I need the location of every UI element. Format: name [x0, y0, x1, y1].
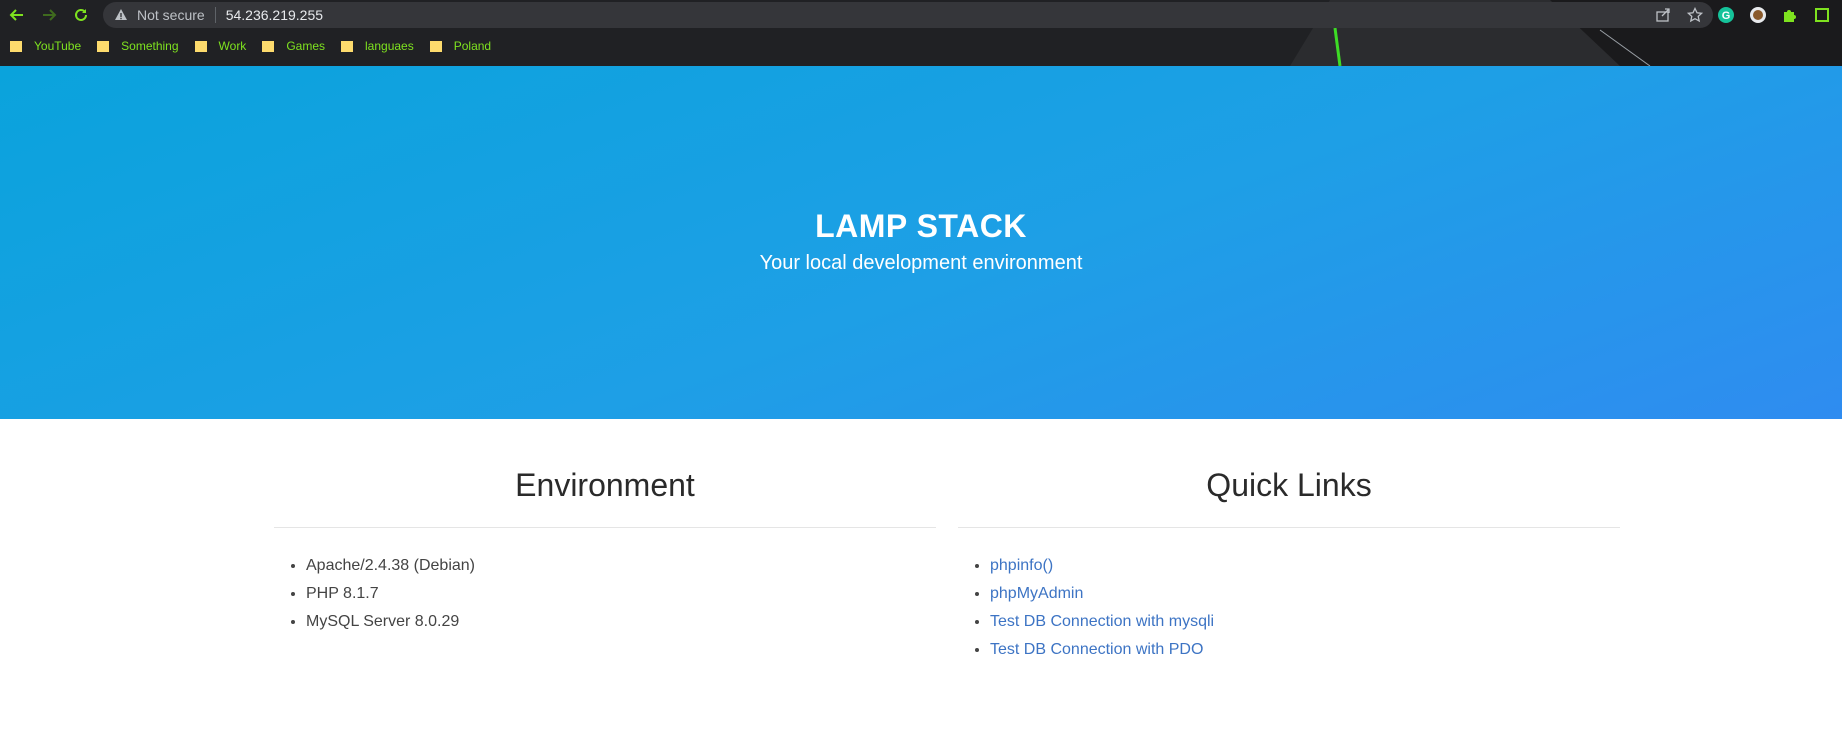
not-secure-label[interactable]: Not secure — [137, 7, 205, 23]
environment-heading: Environment — [515, 467, 695, 503]
bookmark-something[interactable]: Something — [97, 39, 179, 53]
environment-divider — [274, 527, 936, 528]
extensions-area: G — [1715, 4, 1833, 26]
url-text[interactable]: 54.236.219.255 — [226, 7, 323, 23]
list-item: MySQL Server 8.0.29 — [306, 608, 936, 636]
browser-toolbar: Not secure 54.236.219.255 G — [0, 0, 1842, 30]
bookmark-poland[interactable]: Poland — [429, 39, 492, 53]
bookmark-youtube[interactable]: YouTube — [10, 39, 81, 53]
list-item: Apache/2.4.38 (Debian) — [306, 552, 936, 580]
forward-icon[interactable] — [38, 4, 60, 26]
bookmark-label: languaes — [365, 39, 414, 53]
browser-chrome: Not secure 54.236.219.255 G YouTube Some… — [0, 0, 1842, 66]
folder-icon — [262, 41, 275, 52]
hero-title: LAMP STACK — [815, 208, 1027, 244]
phpinfo-link[interactable]: phpinfo() — [990, 557, 1053, 574]
list-item: phpinfo() — [990, 552, 1620, 580]
bookmark-label: YouTube — [34, 39, 82, 53]
bookmark-star-icon[interactable] — [1685, 5, 1705, 25]
folder-icon — [194, 41, 207, 52]
reload-icon[interactable] — [70, 4, 92, 26]
warning-icon[interactable] — [113, 7, 129, 23]
extension-square-icon[interactable] — [1811, 4, 1833, 26]
svg-text:G: G — [1722, 10, 1731, 22]
grammarly-icon[interactable]: G — [1715, 4, 1737, 26]
address-bar[interactable]: Not secure 54.236.219.255 — [103, 2, 1713, 28]
quick-links-list: phpinfo() phpMyAdmin Test DB Connection … — [958, 552, 1620, 664]
profile-extension-icon[interactable] — [1747, 4, 1769, 26]
list-item: PHP 8.1.7 — [306, 580, 936, 608]
bookmark-label: Something — [121, 39, 179, 53]
bookmark-label: Work — [218, 39, 247, 53]
bookmark-label: Games — [286, 39, 325, 53]
bookmark-games[interactable]: Games — [262, 39, 325, 53]
hero-banner: LAMP STACK Your local development enviro… — [0, 66, 1842, 419]
list-item: Test DB Connection with mysqli — [990, 608, 1620, 636]
list-item: Test DB Connection with PDO — [990, 636, 1620, 664]
bookmark-languaes[interactable]: languaes — [341, 39, 414, 53]
bookmark-label: Poland — [453, 39, 492, 53]
hero-subtitle: Your local development environment — [759, 252, 1083, 274]
phpmyadmin-link[interactable]: phpMyAdmin — [990, 585, 1083, 602]
folder-icon — [97, 41, 110, 52]
quick-links-divider — [958, 527, 1620, 528]
environment-list: Apache/2.4.38 (Debian) PHP 8.1.7 MySQL S… — [274, 552, 936, 636]
bookmark-work[interactable]: Work — [194, 39, 247, 53]
extensions-puzzle-icon[interactable] — [1779, 4, 1801, 26]
share-icon[interactable] — [1653, 5, 1673, 25]
folder-icon — [429, 41, 442, 52]
test-mysqli-link[interactable]: Test DB Connection with mysqli — [990, 613, 1214, 630]
omnibox-divider — [214, 7, 216, 23]
list-item: phpMyAdmin — [990, 580, 1620, 608]
back-icon[interactable] — [6, 4, 28, 26]
test-pdo-link[interactable]: Test DB Connection with PDO — [990, 641, 1203, 658]
bookmarks-bar: YouTube Something Work Games languaes Po… — [0, 33, 497, 59]
folder-icon — [341, 41, 353, 52]
quick-links-heading: Quick Links — [1206, 467, 1372, 503]
quick-links-section: Quick Links phpinfo() phpMyAdmin Test DB… — [958, 419, 1620, 664]
omnibox-actions — [1653, 5, 1705, 25]
environment-section: Environment Apache/2.4.38 (Debian) PHP 8… — [274, 419, 936, 636]
folder-icon — [10, 41, 22, 52]
